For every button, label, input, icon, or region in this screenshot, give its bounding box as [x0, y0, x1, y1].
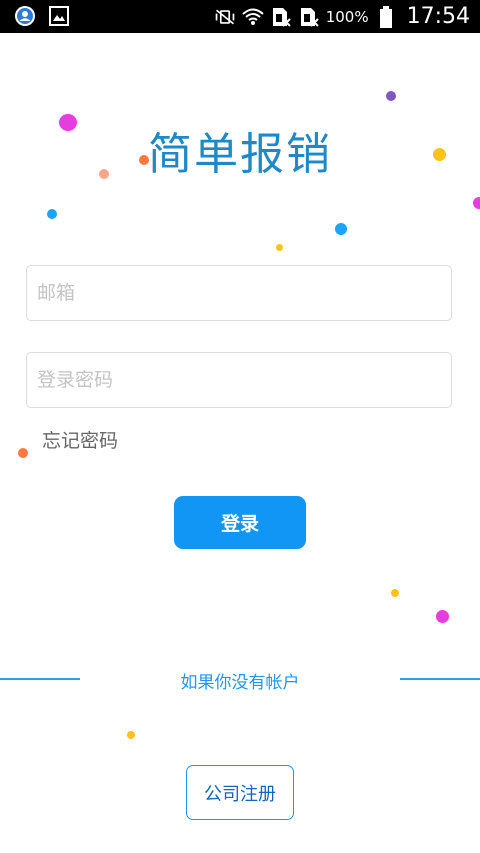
confetti-dot [391, 589, 399, 597]
confetti-dot [386, 91, 396, 101]
confetti-dot [18, 448, 28, 458]
login-button[interactable]: 登录 [174, 496, 306, 549]
confetti-dot [335, 223, 347, 235]
email-input[interactable] [26, 265, 452, 321]
battery-icon [375, 5, 397, 28]
confetti-dot [47, 209, 57, 219]
battery-percentage: 100% [325, 7, 369, 26]
company-register-button[interactable]: 公司注册 [186, 765, 294, 820]
no-sim-icon [270, 6, 292, 28]
confetti-dot [127, 731, 135, 739]
confetti-dot [276, 244, 283, 251]
confetti-dot [473, 197, 480, 209]
password-input[interactable] [26, 352, 452, 408]
clock: 17:54 [406, 4, 470, 29]
image-icon [48, 5, 70, 27]
confetti-dot [436, 610, 449, 623]
status-bar-left [14, 5, 70, 27]
wifi-icon [242, 6, 264, 28]
no-sim-icon [298, 6, 320, 28]
vibrate-off-icon [214, 6, 236, 28]
app-title: 简单报销 [148, 129, 332, 180]
no-account-prompt: 如果你没有帐户 [180, 673, 300, 693]
status-bar: 100% 17:54 [0, 0, 480, 33]
status-bar-right: 100% 17:54 [214, 0, 470, 33]
forgot-password-link[interactable]: 忘记密码 [42, 426, 118, 453]
contact-icon [14, 5, 36, 27]
